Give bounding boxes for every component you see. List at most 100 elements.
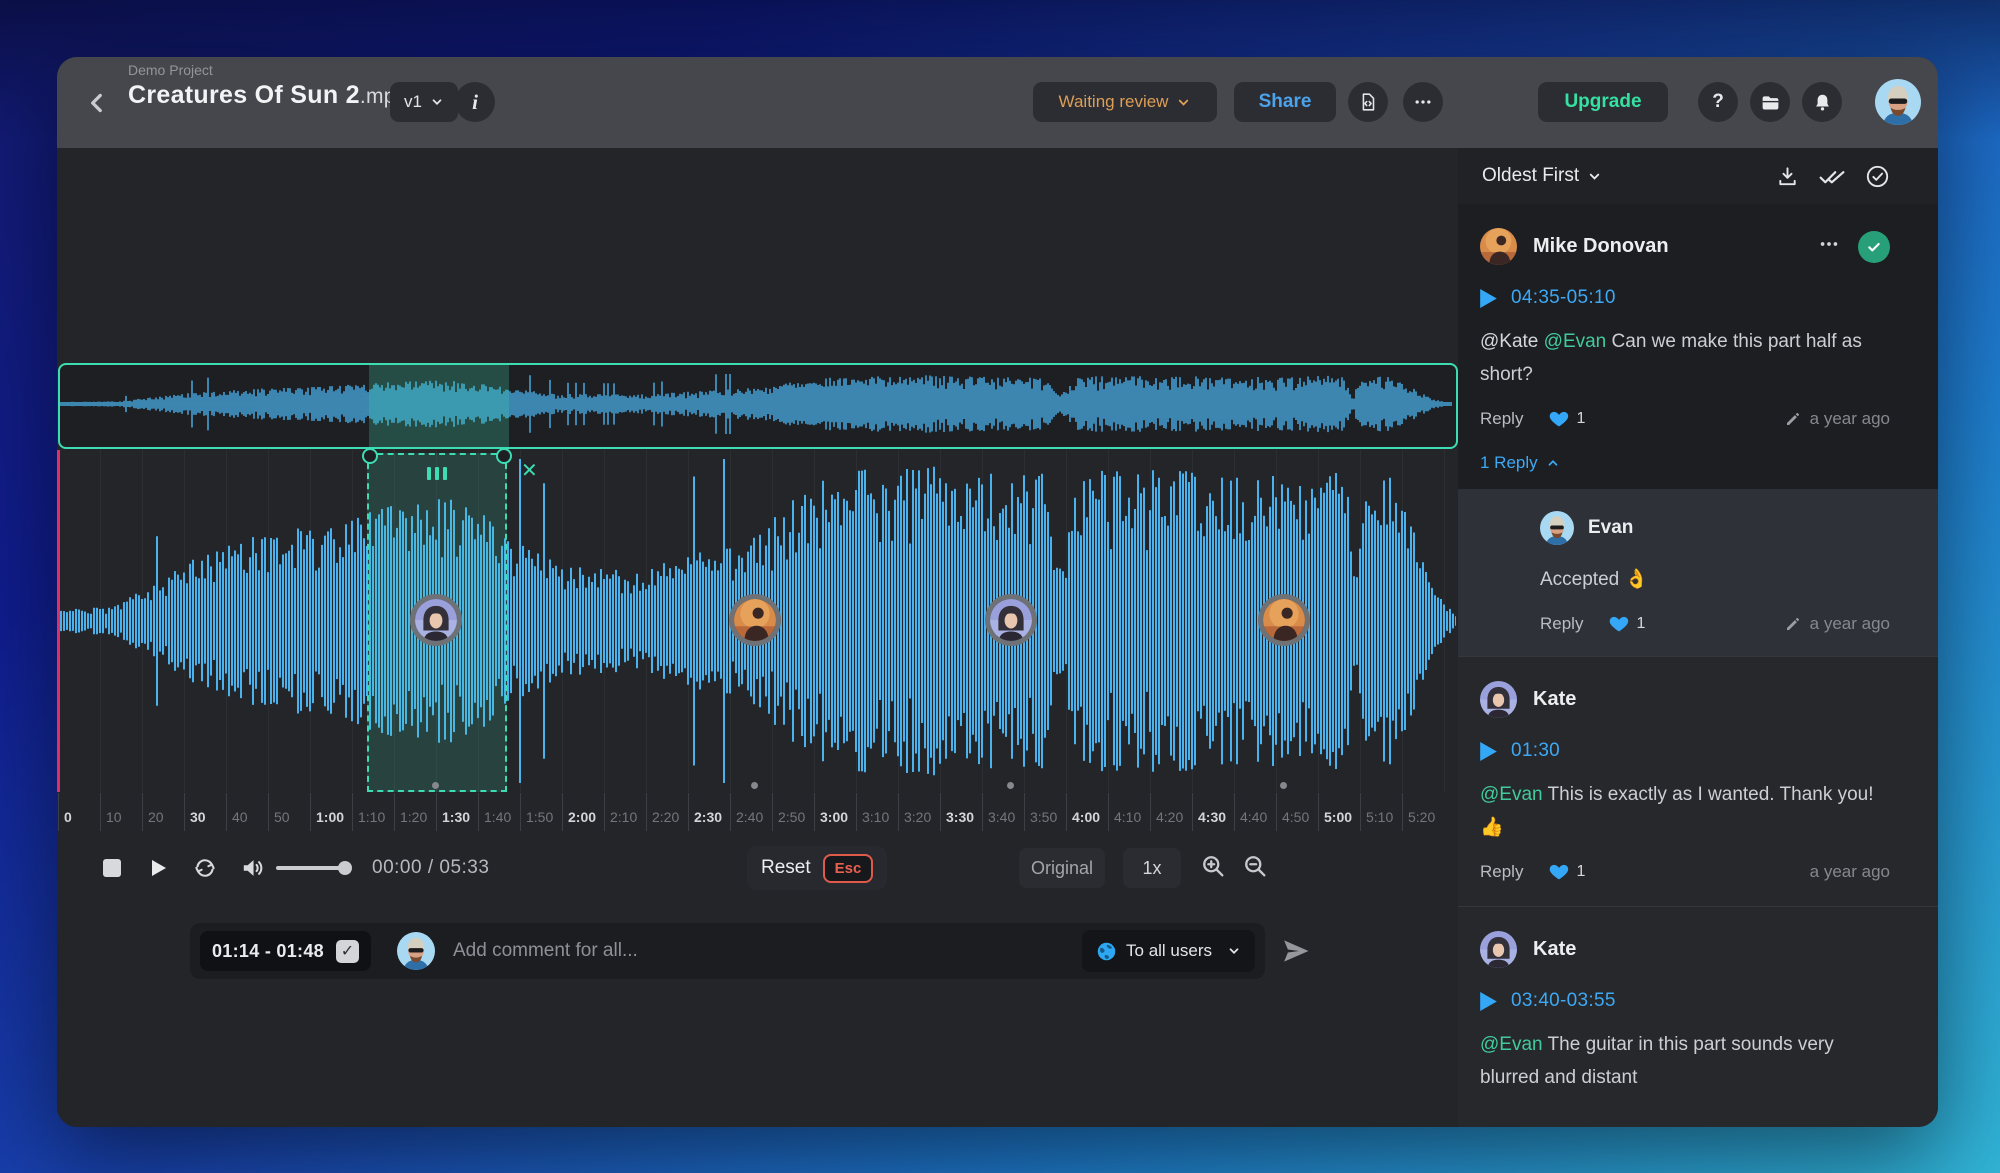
reply-button[interactable]: Reply <box>1480 862 1523 882</box>
ellipsis-icon <box>1413 92 1433 112</box>
selection-handle-right[interactable] <box>496 448 512 464</box>
heart-icon <box>1549 862 1569 882</box>
minimap[interactable] <box>58 363 1458 449</box>
edited-pencil-icon <box>1784 410 1802 428</box>
comment-author: Kate <box>1533 688 1576 711</box>
like-button[interactable]: 1 <box>1549 409 1585 429</box>
app-header: Demo Project Creatures Of Sun 2.mp3 v1 i… <box>57 57 1938 148</box>
playhead[interactable] <box>57 450 60 792</box>
volume-knob[interactable] <box>338 861 352 875</box>
speaker-icon <box>240 855 266 881</box>
comment-anchor-dot[interactable] <box>432 782 439 789</box>
transport-bar: 00:00 / 05:33 Reset Esc Original 1x <box>57 838 1458 898</box>
replies-toggle[interactable]: 1 Reply <box>1480 433 1890 489</box>
app-window: Demo Project Creatures Of Sun 2.mp3 v1 i… <box>57 57 1938 1127</box>
comment-text: @Evan This is exactly as I wanted. Thank… <box>1480 778 1890 844</box>
zoom-out-button[interactable] <box>1241 852 1269 880</box>
timeline-ruler[interactable]: 010203040501:001:101:201:301:401:502:002… <box>58 793 1456 831</box>
comment-timestamp[interactable]: 01:30 <box>1480 740 1890 762</box>
reply-author: Evan <box>1588 517 1633 539</box>
download-comments-button[interactable] <box>1776 165 1799 188</box>
selection-grip[interactable] <box>427 467 447 480</box>
back-button[interactable] <box>77 83 117 123</box>
user-avatar[interactable] <box>1875 79 1921 125</box>
page-title: Creatures Of Sun 2.mp3 <box>128 81 408 110</box>
loop-icon <box>192 855 218 881</box>
play-button[interactable] <box>146 856 170 880</box>
original-version-button[interactable]: Original <box>1019 848 1105 888</box>
avatar <box>1480 931 1517 968</box>
show-resolved-button[interactable] <box>1865 164 1890 189</box>
comment-reply: Evan Accepted 👌 Reply 1 a year ago <box>1458 489 1938 656</box>
selection-handle-left[interactable] <box>362 448 378 464</box>
stop-button[interactable] <box>100 856 124 880</box>
projects-button[interactable] <box>1750 82 1790 122</box>
comment-item: Mike Donovan 04:35-05:10 @Kate @Evan Can… <box>1458 204 1938 489</box>
reply-text: Accepted 👌 <box>1540 563 1890 596</box>
chevron-down-icon <box>430 95 444 109</box>
play-icon <box>146 856 170 880</box>
comment-play-icon <box>1480 992 1497 1011</box>
waveform-panel: ✕ 010203040501:001:101:201:301:401:502:0… <box>57 148 1458 1127</box>
version-dropdown[interactable]: v1 <box>390 82 458 122</box>
avatar <box>1540 511 1574 545</box>
minimap-selection[interactable] <box>369 365 509 447</box>
help-button[interactable]: ? <box>1698 82 1738 122</box>
send-icon <box>1281 936 1311 966</box>
comment-timestamp[interactable]: 03:40-03:55 <box>1480 990 1890 1012</box>
resolved-badge[interactable] <box>1858 231 1890 263</box>
edited-pencil-icon <box>1784 615 1802 633</box>
reply-button[interactable]: Reply <box>1480 409 1523 429</box>
comment-more-button[interactable] <box>1818 233 1840 261</box>
comment-play-icon <box>1480 289 1497 308</box>
chevron-down-icon <box>1176 95 1191 110</box>
zoom-in-icon <box>1199 852 1227 880</box>
comment-input[interactable] <box>451 939 1082 963</box>
chevron-left-icon <box>84 90 110 116</box>
selection-close-icon[interactable]: ✕ <box>521 461 538 481</box>
bell-icon <box>1812 92 1833 113</box>
like-button[interactable]: 1 <box>1549 862 1585 882</box>
reset-button[interactable]: Reset Esc <box>747 846 887 890</box>
double-check-icon <box>1819 163 1845 189</box>
waveform-comment-marker[interactable] <box>410 594 462 646</box>
check-icon <box>1866 239 1882 255</box>
waveform-comment-marker[interactable] <box>1258 594 1310 646</box>
comment-author: Kate <box>1533 938 1576 961</box>
chevron-up-icon <box>1546 456 1560 470</box>
sort-dropdown[interactable]: Oldest First <box>1482 165 1602 187</box>
comments-list: Mike Donovan 04:35-05:10 @Kate @Evan Can… <box>1458 204 1938 1114</box>
zoom-in-button[interactable] <box>1199 852 1227 880</box>
waveform-comment-marker[interactable] <box>985 594 1037 646</box>
comment-age: a year ago <box>1810 862 1890 882</box>
volume-slider[interactable] <box>276 866 350 870</box>
file-code-icon <box>1357 91 1379 113</box>
audience-dropdown[interactable]: To all users <box>1082 930 1255 972</box>
reply-button[interactable]: Reply <box>1540 614 1583 634</box>
loop-button[interactable] <box>192 855 218 881</box>
file-code-button[interactable] <box>1348 82 1388 122</box>
esc-key-badge: Esc <box>823 854 874 883</box>
comment-timerange-chip[interactable]: 01:14 - 01:48 ✓ <box>200 931 371 971</box>
status-dropdown[interactable]: Waiting review <box>1033 82 1217 122</box>
share-button[interactable]: Share <box>1234 82 1336 122</box>
comment-timestamp[interactable]: 04:35-05:10 <box>1480 287 1890 309</box>
comment-text: @Evan The guitar in this part sounds ver… <box>1480 1028 1890 1094</box>
playback-speed-button[interactable]: 1x <box>1123 848 1181 888</box>
send-comment-button[interactable] <box>1281 936 1311 966</box>
mark-all-read-button[interactable] <box>1819 163 1845 189</box>
chevron-down-icon <box>1227 944 1241 958</box>
notifications-button[interactable] <box>1802 82 1842 122</box>
volume-button[interactable] <box>240 855 266 881</box>
stop-icon <box>100 856 124 880</box>
download-icon <box>1776 165 1799 188</box>
info-button[interactable]: i <box>455 82 495 122</box>
timerange-checkbox[interactable]: ✓ <box>336 940 359 963</box>
like-button[interactable]: 1 <box>1609 614 1645 634</box>
waveform-comment-marker[interactable] <box>729 594 781 646</box>
chevron-down-icon <box>1587 169 1602 184</box>
breadcrumb[interactable]: Demo Project <box>128 62 408 78</box>
check-circle-icon <box>1865 164 1890 189</box>
more-button[interactable] <box>1403 82 1443 122</box>
upgrade-button[interactable]: Upgrade <box>1538 82 1668 122</box>
